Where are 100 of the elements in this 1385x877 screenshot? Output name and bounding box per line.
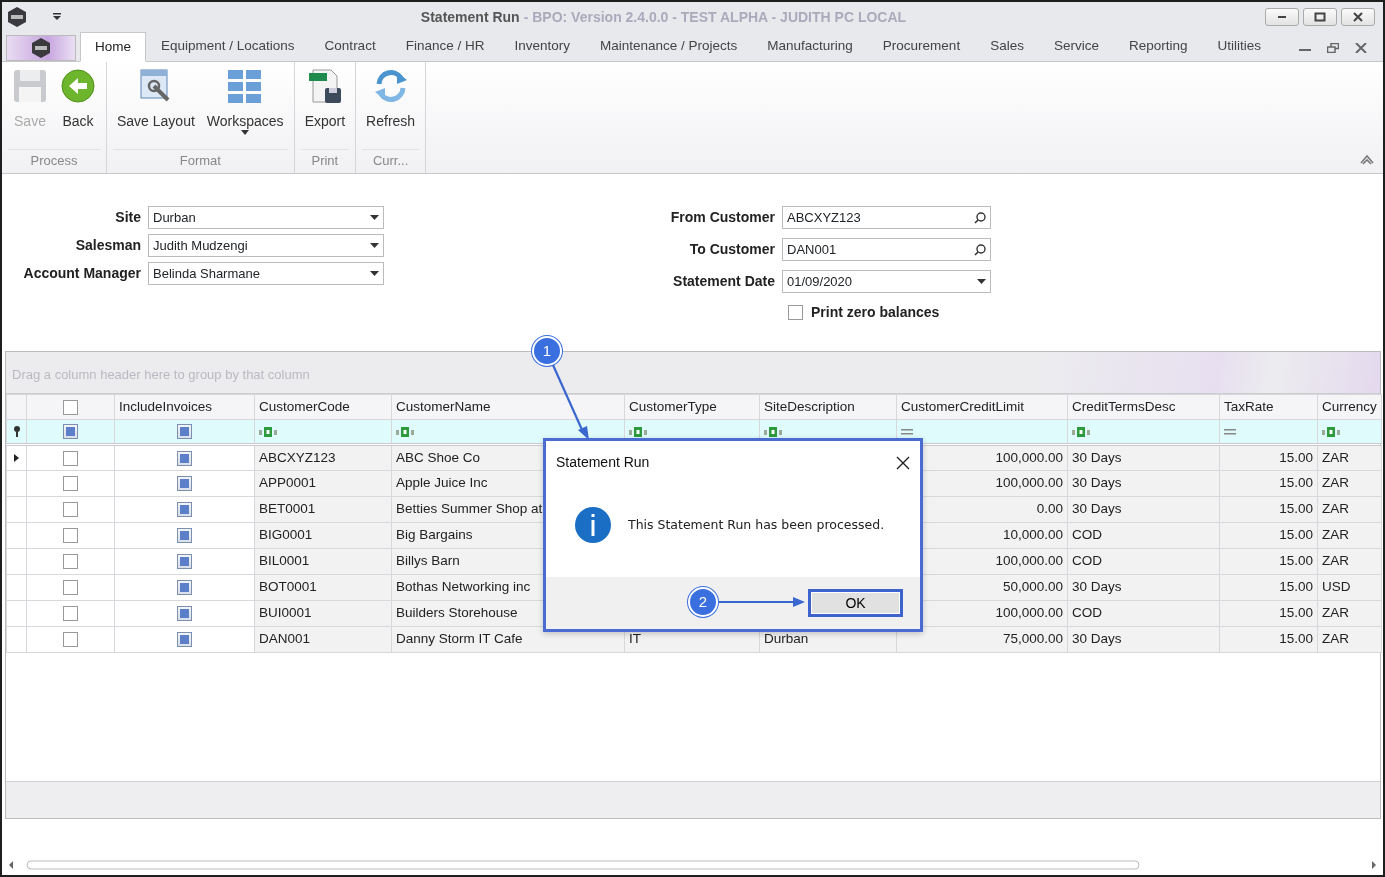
ribbon-group-label: Process <box>8 149 100 173</box>
quick-access-dropdown[interactable] <box>52 13 62 21</box>
equals-filter-icon[interactable] <box>1224 428 1236 435</box>
dropdown-field[interactable]: 01/09/2020 <box>782 270 991 293</box>
search-field[interactable]: ABCXYZ123 <box>782 206 991 229</box>
column-header[interactable]: CreditTermsDesc <box>1067 394 1220 420</box>
include-invoices-checkbox[interactable] <box>177 632 192 648</box>
caret-icon <box>241 130 250 135</box>
row-checkbox[interactable] <box>63 554 78 570</box>
maximize-button[interactable] <box>1303 8 1337 26</box>
column-header[interactable]: IncludeInvoices <box>114 394 255 420</box>
close-button[interactable] <box>1341 8 1375 26</box>
row-checkbox[interactable] <box>63 606 78 622</box>
table-cell: BIG0001 <box>254 522 392 549</box>
table-cell: 15.00 <box>1219 496 1318 523</box>
ribbon-button[interactable]: Export <box>300 66 350 149</box>
table-cell: 30 Days <box>1067 470 1220 497</box>
table-cell: 30 Days <box>1067 626 1220 653</box>
dropdown-arrow-icon <box>370 215 379 220</box>
row-checkbox[interactable] <box>63 528 78 544</box>
include-invoices-checkbox[interactable] <box>177 476 192 492</box>
field-label: Site <box>114 208 141 227</box>
column-header[interactable]: SiteDescription <box>759 394 897 420</box>
ok-button[interactable]: OK <box>808 589 903 617</box>
menu-tab[interactable]: Maintenance / Projects <box>584 31 753 61</box>
minimize-button[interactable] <box>1265 8 1299 26</box>
equals-filter-icon[interactable] <box>901 428 913 435</box>
text-filter-icon[interactable] <box>629 426 647 437</box>
menu-tab[interactable]: Contract <box>309 31 391 61</box>
info-icon <box>574 506 612 544</box>
table-cell: COD <box>1067 522 1220 549</box>
dropdown-arrow-icon <box>977 279 986 284</box>
menu-tab[interactable]: Finance / HR <box>390 31 500 61</box>
dropdown-field[interactable]: Judith Mudzengi <box>148 234 384 257</box>
menu-tab[interactable]: Procurement <box>867 31 976 61</box>
menu-tab[interactable]: Reporting <box>1113 31 1203 61</box>
save-icon <box>12 68 48 104</box>
ribbon-button[interactable]: Save Layout <box>113 66 199 149</box>
ribbon-button[interactable]: Back <box>56 66 100 149</box>
checkbox[interactable] <box>788 305 803 320</box>
column-header[interactable]: CustomerType <box>624 394 760 420</box>
column-header[interactable]: CustomerName <box>391 394 625 420</box>
row-checkbox[interactable] <box>63 580 78 596</box>
include-invoices-checkbox[interactable] <box>177 502 192 518</box>
row-checkbox[interactable] <box>63 450 78 466</box>
column-header[interactable]: TaxRate <box>1219 394 1318 420</box>
include-invoices-checkbox[interactable] <box>177 450 192 466</box>
window-subtitle: - BPO: Version 2.4.0.0 - TEST ALPHA - JUDITH PC LOCAL <box>523 7 907 27</box>
include-invoices-checkbox[interactable] <box>177 554 192 570</box>
select-all-checkbox[interactable] <box>63 399 78 415</box>
spreadsheet-disk-icon <box>306 68 343 104</box>
search-field[interactable]: DAN001 <box>782 238 991 261</box>
minimize-icon <box>1278 16 1286 18</box>
checkbox-filter-icon[interactable] <box>63 424 78 440</box>
text-filter-icon[interactable] <box>396 426 414 437</box>
collapse-ribbon-icon[interactable] <box>1359 153 1375 165</box>
dropdown-arrow-icon <box>370 271 379 276</box>
row-checkbox[interactable] <box>63 632 78 648</box>
ribbon-group-label: Curr... <box>362 149 420 173</box>
text-filter-icon[interactable] <box>1322 426 1340 437</box>
row-checkbox[interactable] <box>63 476 78 492</box>
column-header[interactable]: CustomerCreditLimit <box>896 394 1068 420</box>
caret-icon <box>52 13 62 21</box>
column-header[interactable]: CustomerCode <box>254 394 392 420</box>
include-invoices-checkbox[interactable] <box>177 580 192 596</box>
checkbox-label: Print zero balances <box>811 303 940 322</box>
table-cell: APP0001 <box>254 470 392 497</box>
table-cell: 30 Days <box>1067 574 1220 601</box>
application-menu-button[interactable] <box>6 35 76 61</box>
dialog-message: This Statement Run has been processed. <box>628 515 885 534</box>
checkbox-filter-icon[interactable] <box>177 424 192 440</box>
include-invoices-checkbox[interactable] <box>177 528 192 544</box>
dropdown-field[interactable]: Belinda Sharmane <box>148 262 384 285</box>
text-filter-icon[interactable] <box>764 426 782 437</box>
maximize-icon <box>1313 11 1327 23</box>
table-cell: 15.00 <box>1219 626 1318 653</box>
close-icon[interactable] <box>896 455 910 470</box>
include-invoices-checkbox[interactable] <box>177 606 192 622</box>
menu-tab[interactable]: Manufacturing <box>752 31 868 61</box>
table-cell: COD <box>1067 548 1220 575</box>
search-icon <box>974 243 986 256</box>
window-title: Statement Run <box>420 7 520 27</box>
text-filter-icon[interactable] <box>1072 426 1090 437</box>
ribbon-button[interactable]: Refresh <box>362 66 420 149</box>
menu-tab[interactable]: Utilities <box>1202 31 1276 61</box>
text-filter-icon[interactable] <box>259 426 277 437</box>
dropdown-field[interactable]: Durban <box>148 206 384 229</box>
table-cell: BUI0001 <box>254 600 392 627</box>
column-header[interactable]: Currency <box>1317 394 1382 420</box>
menu-tab[interactable]: Equipment / Locations <box>146 31 310 61</box>
field-label: From Customer <box>669 208 775 227</box>
ribbon-button[interactable]: Workspaces <box>202 66 288 149</box>
menu-tab[interactable]: Home <box>80 32 146 62</box>
restore-icon[interactable] <box>1327 43 1339 53</box>
menu-tab[interactable]: Inventory <box>499 31 585 61</box>
menu-tab[interactable]: Service <box>1038 31 1114 61</box>
field-label: To Customer <box>688 240 775 259</box>
table-cell: 15.00 <box>1219 522 1318 549</box>
menu-tab[interactable]: Sales <box>975 31 1039 61</box>
row-checkbox[interactable] <box>63 502 78 518</box>
